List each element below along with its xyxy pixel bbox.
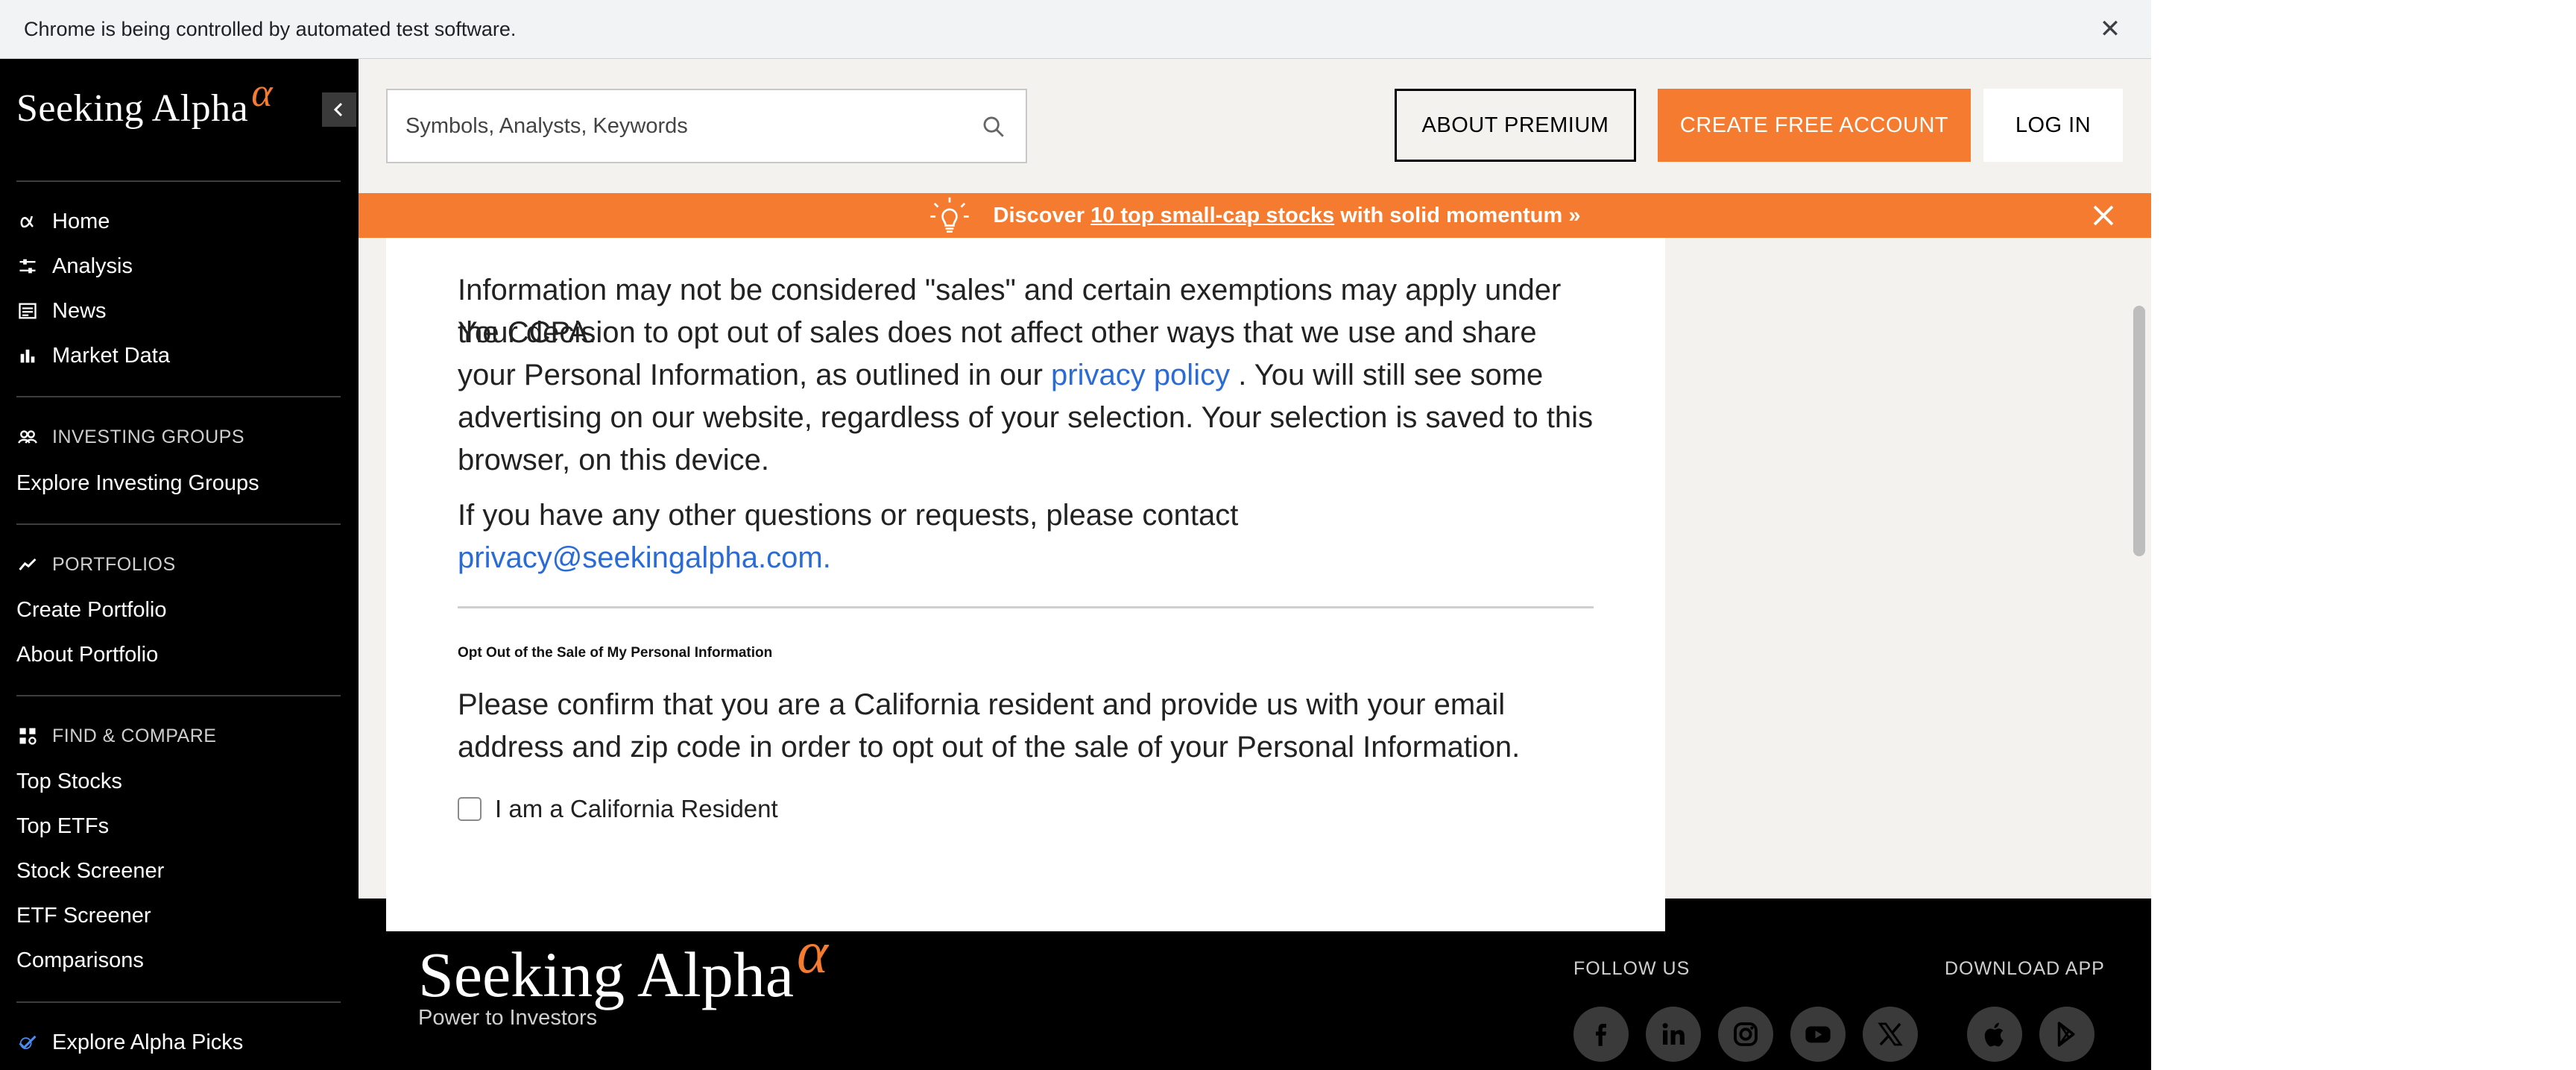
checkbox-label: I am a California Resident	[495, 795, 778, 822]
search-input[interactable]	[405, 113, 972, 139]
banner-suffix: with solid momentum »	[1340, 203, 1581, 227]
sidebar-item-label: Analysis	[52, 254, 133, 278]
facebook-icon[interactable]	[1573, 1007, 1629, 1062]
sidebar-item-comparisons[interactable]: Comparisons	[16, 945, 144, 975]
news-icon	[16, 300, 39, 322]
sidebar-item-top-etfs[interactable]: Top ETFs	[16, 811, 109, 841]
download-app-label: DOWNLOAD APP	[1945, 958, 2105, 979]
footer-logo-text: Seeking Alpha	[418, 939, 794, 1010]
section-heading: INVESTING GROUPS	[52, 426, 245, 447]
section-heading: FIND & COMPARE	[52, 725, 217, 746]
sidebar-item-label: Home	[52, 209, 110, 233]
privacy-policy-link[interactable]: privacy policy	[1051, 359, 1230, 391]
sidebar-divider	[16, 523, 341, 525]
about-premium-button[interactable]: ABOUT PREMIUM	[1395, 89, 1636, 162]
section-portfolios: PORTFOLIOS	[16, 551, 176, 578]
create-free-account-button[interactable]: CREATE FREE ACCOUNT	[1658, 89, 1971, 162]
sidebar-item-label: News	[52, 298, 107, 323]
page-scrollbar-thumb[interactable]	[2133, 306, 2145, 556]
x-icon[interactable]	[1863, 1007, 1918, 1062]
linkedin-icon[interactable]	[1646, 1007, 1701, 1062]
opt-out-title: Opt Out of the Sale of My Personal Infor…	[458, 645, 773, 661]
apple-icon[interactable]	[1967, 1007, 2022, 1062]
top-header: ABOUT PREMIUM CREATE FREE ACCOUNT LOG IN	[359, 59, 2151, 193]
main-content: ABOUT PREMIUM CREATE FREE ACCOUNT LOG IN…	[359, 59, 2151, 931]
sidebar-item-home[interactable]: Home	[16, 207, 110, 236]
chevron-left-icon	[333, 102, 343, 117]
google-play-icon[interactable]	[2039, 1007, 2094, 1062]
sidebar-item-etf-screener[interactable]: ETF Screener	[16, 901, 151, 931]
section-find-compare: FIND & COMPARE	[16, 723, 216, 749]
logo-alpha-mark: α	[251, 70, 274, 115]
sidebar-item-create-portfolio[interactable]: Create Portfolio	[16, 595, 167, 625]
sidebar-item-top-stocks[interactable]: Top Stocks	[16, 767, 122, 796]
sidebar-item-about-portfolio[interactable]: About Portfolio	[16, 640, 158, 670]
privacy-card: Information may not be considered "sales…	[386, 193, 1665, 931]
youtube-icon[interactable]	[1790, 1007, 1846, 1062]
log-in-button[interactable]: LOG IN	[1983, 89, 2123, 162]
california-resident-row[interactable]: I am a California Resident	[458, 795, 778, 823]
logo-text: Seeking Alpha	[16, 87, 249, 130]
alpha-icon	[16, 210, 39, 233]
sidebar-divider	[16, 1001, 341, 1003]
section-heading: PORTFOLIOS	[52, 553, 176, 575]
sidebar-item-market-data[interactable]: Market Data	[16, 341, 170, 371]
ccpa-paragraph: Your decision to opt out of sales does n…	[458, 312, 1598, 482]
trend-icon	[16, 553, 39, 576]
sidebar: Seeking Alphaα Home Analysis News Market…	[0, 59, 359, 1070]
window-blank-area	[2151, 0, 2576, 1070]
california-resident-checkbox[interactable]	[458, 797, 482, 821]
automation-infobar: Chrome is being controlled by automated …	[0, 0, 2151, 59]
footer-logo[interactable]: Seeking Alphaα	[418, 920, 828, 1012]
section-divider	[458, 606, 1594, 608]
footer-tagline: Power to Investors	[418, 1006, 598, 1030]
banner-link[interactable]: 10 top small-cap stocks	[1090, 204, 1334, 228]
search-icon[interactable]	[981, 114, 1006, 139]
sidebar-item-explore-investing-groups[interactable]: Explore Investing Groups	[16, 468, 259, 498]
sidebar-divider	[16, 695, 341, 696]
sidebar-item-label: Market Data	[52, 343, 170, 368]
banner-prefix: Discover	[993, 203, 1085, 227]
contact-text: If you have any other questions or reque…	[458, 499, 1239, 532]
bar-chart-icon	[16, 344, 39, 367]
sidebar-logo[interactable]: Seeking Alphaα	[16, 70, 273, 130]
sidebar-item-news[interactable]: News	[16, 296, 107, 326]
sidebar-item-analysis[interactable]: Analysis	[16, 251, 133, 281]
section-investing-groups: INVESTING GROUPS	[16, 424, 244, 450]
search-box[interactable]	[386, 89, 1027, 163]
infobar-message: Chrome is being controlled by automated …	[24, 17, 517, 40]
check-alpha-icon	[16, 1031, 39, 1054]
grid-icon	[16, 725, 39, 747]
sidebar-item-label: Explore Alpha Picks	[52, 1030, 244, 1054]
collapse-sidebar-button[interactable]	[322, 92, 356, 127]
confirm-paragraph: Please confirm that you are a California…	[458, 688, 1521, 764]
sidebar-item-explore-alpha-picks[interactable]: Explore Alpha Picks	[16, 1027, 243, 1057]
group-icon	[16, 426, 39, 448]
lightbulb-icon	[929, 197, 969, 233]
privacy-email-link[interactable]: privacy@seekingalpha.com.	[458, 541, 831, 574]
sidebar-divider	[16, 396, 341, 397]
sidebar-divider	[16, 180, 341, 182]
promo-banner: Discover 10 top small-cap stocks with so…	[359, 193, 2151, 238]
sidebar-item-stock-screener[interactable]: Stock Screener	[16, 856, 164, 886]
close-icon[interactable]: ✕	[2092, 10, 2129, 48]
contact-paragraph: If you have any other questions or reque…	[458, 494, 1598, 579]
sliders-icon	[16, 255, 39, 277]
close-icon[interactable]	[2090, 202, 2117, 229]
instagram-icon[interactable]	[1718, 1007, 1773, 1062]
follow-us-label: FOLLOW US	[1573, 958, 1690, 979]
